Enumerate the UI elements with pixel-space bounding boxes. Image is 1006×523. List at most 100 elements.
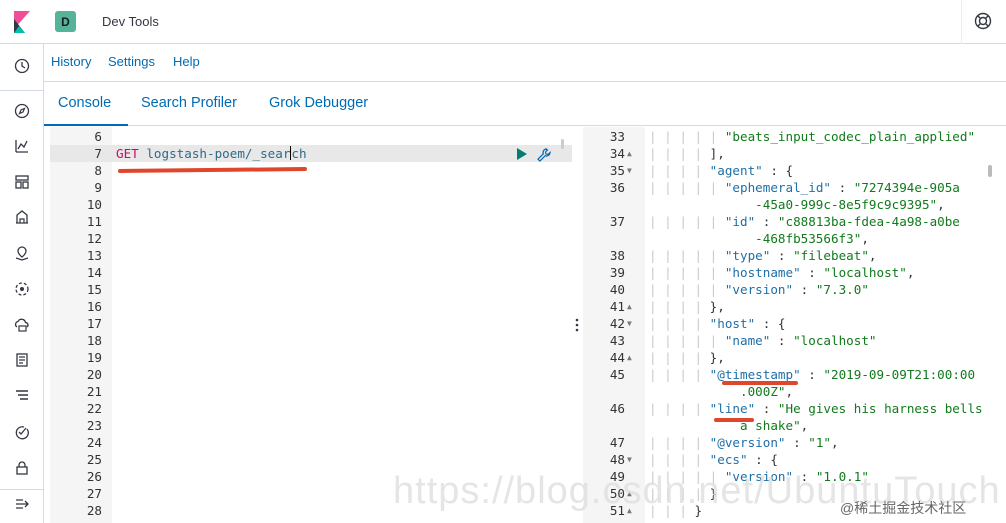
line-number: 47 (609, 435, 625, 450)
indent-guides (649, 384, 717, 399)
response-scrollbar[interactable] (988, 165, 992, 177)
response-code-lines: 33 | | | | | "beats_input_codec_plain_app… (583, 128, 1006, 519)
discover-compass-icon[interactable] (12, 101, 32, 121)
request-line[interactable]: 18 (50, 332, 572, 349)
json-token: "ephemeral_id" (724, 180, 831, 195)
fold-toggle-icon[interactable]: ▼ (627, 315, 632, 332)
response-line: 48 ▼ | | | | "ecs" : { (583, 451, 1006, 468)
recently-viewed-clock-icon[interactable] (12, 56, 32, 76)
request-line[interactable]: 24 (50, 434, 572, 451)
request-line[interactable]: 23 (50, 417, 572, 434)
json-token: : { (755, 316, 786, 331)
security-lock-icon[interactable] (12, 458, 32, 478)
json-token: "@version" (709, 435, 786, 450)
response-line: .000Z", (583, 383, 1006, 400)
request-line[interactable]: 13 (50, 247, 572, 264)
indent-guides: | | | | (649, 299, 710, 314)
request-line[interactable]: 15 (50, 281, 572, 298)
settings-link[interactable]: Settings (108, 54, 155, 69)
request-line[interactable]: 20 (50, 366, 572, 383)
fold-toggle-icon[interactable]: ▲ (627, 298, 632, 315)
request-line[interactable]: 12 (50, 230, 572, 247)
response-editor[interactable]: 33 | | | | | "beats_input_codec_plain_app… (583, 127, 1006, 523)
indent-guides (649, 197, 732, 212)
line-number: 22 (86, 401, 102, 416)
fold-toggle-icon[interactable]: ▲ (627, 349, 632, 366)
json-token: : (770, 333, 794, 348)
line-number: 12 (86, 231, 102, 246)
request-line[interactable]: 22 (50, 400, 572, 417)
request-line[interactable]: 14 (50, 264, 572, 281)
maps-icon[interactable] (12, 243, 32, 263)
request-line[interactable]: 21 (50, 383, 572, 400)
help-link[interactable]: Help (173, 54, 200, 69)
response-text: | | | | "agent" : { (649, 162, 793, 179)
indent-guides: | | | | | (649, 248, 725, 263)
line-number: 45 (609, 367, 625, 382)
tab-grok-debugger[interactable]: Grok Debugger (269, 95, 368, 111)
infrastructure-icon[interactable] (12, 315, 32, 335)
request-line[interactable]: 7 GET logstash-poem/_search (50, 145, 572, 162)
line-number: 17 (86, 316, 102, 331)
json-token: "type" (724, 248, 771, 263)
annotation-underline-timestamp (722, 381, 798, 385)
request-line[interactable]: 11 (50, 213, 572, 230)
tab-console[interactable]: Console (58, 95, 111, 111)
line-number: 39 (609, 265, 625, 280)
request-line[interactable]: 17 (50, 315, 572, 332)
request-scrollbar[interactable] (561, 139, 564, 149)
fold-toggle-icon[interactable]: ▲ (627, 145, 632, 162)
request-editor[interactable]: 6 7 GET logstash-poem/_search 8 9 10 11 12 13 14 1… (50, 127, 572, 523)
request-line[interactable]: 25 (50, 451, 572, 468)
request-line[interactable]: 16 (50, 298, 572, 315)
devtools-tabs: Console Search Profiler Grok Debugger (44, 82, 1006, 126)
pane-resizer-handle[interactable] (574, 317, 580, 333)
json-token: "@timestamp" (709, 367, 801, 382)
request-line[interactable]: 9 (50, 179, 572, 196)
line-number: 37 (609, 214, 625, 229)
credit-text: @稀土掘金技术社区 (840, 500, 967, 516)
indent-guides: | | | | | (649, 265, 725, 280)
request-line[interactable]: 10 (50, 196, 572, 213)
line-number: 7 (94, 146, 102, 161)
visualize-chart-icon[interactable] (12, 136, 32, 156)
request-text[interactable]: GET logstash-poem/_search (116, 145, 307, 162)
uptime-icon[interactable] (12, 422, 32, 442)
request-line[interactable]: 19 (50, 349, 572, 366)
response-line: -45a0-999c-8e5f9c9c9395", (583, 196, 1006, 213)
tab-search-profiler[interactable]: Search Profiler (141, 95, 237, 111)
response-text: | | | | }, (649, 349, 725, 366)
json-token: "hostname" (724, 265, 801, 280)
help-menu-icon[interactable] (974, 12, 992, 30)
history-link[interactable]: History (51, 54, 91, 69)
nav-divider-bottom (0, 489, 44, 490)
json-token: , (831, 435, 839, 450)
fold-toggle-icon[interactable]: ▼ (627, 451, 632, 468)
fold-toggle-icon[interactable]: ▼ (627, 162, 632, 179)
indent-guides: | | | | (649, 146, 710, 161)
machine-learning-icon[interactable] (12, 279, 32, 299)
kibana-logo-icon[interactable] (0, 0, 44, 44)
canvas-icon[interactable] (12, 207, 32, 227)
line-number: 46 (609, 401, 625, 416)
space-avatar[interactable]: D (55, 11, 76, 32)
apm-icon[interactable] (12, 386, 32, 406)
response-line: -468fb53566f3", (583, 230, 1006, 247)
logs-icon[interactable] (12, 350, 32, 370)
response-text: | | | | | "type" : "filebeat", (649, 247, 877, 264)
response-text: | | | | | "hostname" : "localhost", (649, 264, 914, 281)
expand-nav-icon[interactable] (12, 494, 32, 514)
json-token: }, (709, 350, 725, 365)
line-number: 16 (86, 299, 102, 314)
indent-guides: | | | | (649, 401, 710, 416)
line-number: 6 (94, 129, 102, 144)
json-token: : (830, 180, 854, 195)
settings-wrench-icon[interactable] (536, 147, 552, 168)
dashboard-icon[interactable] (12, 172, 32, 192)
send-request-play-icon[interactable] (516, 147, 528, 166)
json-token: , (937, 197, 945, 212)
line-number: 34 (609, 146, 625, 161)
request-line[interactable]: 6 (50, 128, 572, 145)
line-number: 15 (86, 282, 102, 297)
line-number: 48 (609, 452, 625, 467)
